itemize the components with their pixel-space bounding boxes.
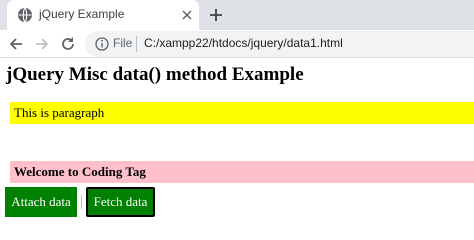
tab-title: jQuery Example	[39, 7, 125, 21]
welcome-heading: Welcome to Coding Tag	[10, 161, 474, 183]
browser-tab[interactable]: jQuery Example	[7, 0, 199, 30]
info-icon[interactable]	[95, 37, 109, 51]
reload-icon[interactable]	[59, 35, 77, 53]
plus-icon[interactable]	[207, 6, 225, 24]
tab-strip: jQuery Example	[0, 0, 474, 30]
button-divider	[81, 195, 82, 209]
back-arrow-icon[interactable]	[7, 35, 25, 53]
fetch-data-button[interactable]: Fetch data	[86, 187, 155, 217]
globe-icon	[18, 7, 32, 23]
forward-arrow-icon[interactable]	[33, 35, 51, 53]
paragraph: This is paragraph	[10, 102, 474, 124]
close-icon[interactable]	[180, 8, 194, 22]
browser-toolbar: File C:/xampp22/htdocs/jquery/data1.html	[0, 30, 474, 58]
page-title: jQuery Misc data() method Example	[6, 64, 304, 85]
scheme-label: File	[113, 36, 133, 50]
url-text[interactable]: C:/xampp22/htdocs/jquery/data1.html	[144, 36, 343, 50]
attach-data-button[interactable]: Attach data	[5, 187, 77, 217]
address-bar[interactable]: File C:/xampp22/htdocs/jquery/data1.html	[85, 31, 474, 57]
address-divider	[136, 36, 137, 52]
